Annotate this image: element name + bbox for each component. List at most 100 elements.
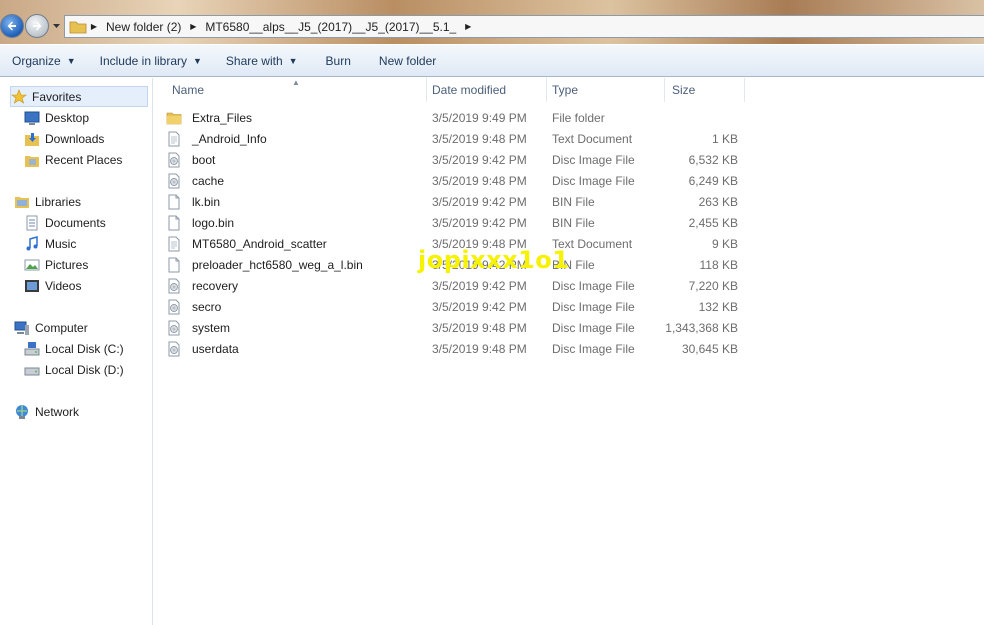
address-breadcrumb[interactable]: ▶ New folder (2) ▶ MT6580__alps__J5_(201… — [64, 15, 984, 38]
file-row[interactable]: _Android_Info 3/5/2019 9:48 PM Text Docume… — [166, 128, 746, 149]
file-name-cell[interactable]: _Android_Info — [166, 128, 267, 149]
burn-button[interactable]: Burn — [320, 49, 357, 73]
share-with-button[interactable]: Share with ▼ — [220, 49, 304, 73]
disc-image-icon — [166, 341, 182, 357]
disc-image-icon — [166, 173, 182, 189]
file-date-modified: 3/5/2019 9:48 PM — [432, 320, 527, 335]
forward-button[interactable] — [25, 14, 49, 38]
file-type: Disc Image File — [552, 341, 635, 356]
nav-documents[interactable]: Documents — [24, 212, 106, 233]
file-row[interactable]: lk.bin 3/5/2019 9:42 PM BIN File 263 KB — [166, 191, 746, 212]
file-name-cell[interactable]: userdata — [166, 338, 239, 359]
videos-icon — [24, 278, 40, 294]
downloads-icon — [24, 131, 40, 147]
nav-local-disk-c[interactable]: Local Disk (C:) — [24, 338, 124, 359]
file-name-cell[interactable]: lk.bin — [166, 191, 220, 212]
nav-music-label: Music — [45, 236, 77, 251]
recent-pages-dropdown-icon[interactable] — [52, 22, 61, 31]
include-in-library-button[interactable]: Include in library ▼ — [94, 49, 208, 73]
network-icon — [14, 404, 30, 420]
file-row[interactable]: secro 3/5/2019 9:42 PM Disc Image File 132 … — [166, 296, 746, 317]
nav-recent-places[interactable]: Recent Places — [24, 149, 122, 170]
nav-desktop[interactable]: Desktop — [24, 107, 89, 128]
file-name: cache — [192, 173, 225, 188]
file-row[interactable]: userdata 3/5/2019 9:48 PM Disc Image File 3… — [166, 338, 746, 359]
file-name: MT6580_Android_scatter — [192, 236, 327, 251]
breadcrumb-separator-icon[interactable]: ▶ — [87, 22, 101, 31]
nav-local-disk-d[interactable]: Local Disk (D:) — [24, 359, 124, 380]
file-type: File folder — [552, 110, 605, 125]
disc-image-icon — [166, 320, 182, 336]
file-type: Text Document — [552, 131, 633, 146]
file-row[interactable]: system 3/5/2019 9:48 PM Disc Image File 1,3… — [166, 317, 746, 338]
file-row[interactable]: boot 3/5/2019 9:42 PM Disc Image File 6,532… — [166, 149, 746, 170]
include-in-library-label: Include in library — [99, 53, 187, 68]
file-date-modified: 3/5/2019 9:42 PM — [432, 215, 527, 230]
file-name-cell[interactable]: system — [166, 317, 230, 338]
file-name: boot — [192, 152, 216, 167]
file-size: 9 KB — [711, 236, 738, 251]
nav-libraries[interactable]: Libraries — [14, 191, 81, 212]
nav-libraries-label: Libraries — [35, 194, 82, 209]
file-date-modified: 3/5/2019 9:42 PM — [432, 299, 527, 314]
file-name: secro — [192, 299, 222, 314]
nav-network[interactable]: Network — [14, 401, 79, 422]
breadcrumb-separator-icon[interactable]: ▶ — [186, 22, 200, 31]
nav-favorites[interactable]: Favorites — [10, 86, 148, 107]
column-header-type-label: Type — [552, 83, 579, 97]
nav-recent-places-label: Recent Places — [45, 152, 123, 167]
file-size: 7,220 KB — [688, 278, 738, 293]
new-folder-button[interactable]: New folder — [373, 49, 442, 73]
column-divider[interactable] — [744, 78, 745, 102]
folder-icon — [166, 110, 182, 126]
breadcrumb-separator-icon[interactable]: ▶ — [461, 22, 475, 31]
nav-favorites-label: Favorites — [32, 89, 82, 104]
file-name: userdata — [192, 341, 239, 356]
breadcrumb-item[interactable]: New folder (2) — [101, 20, 186, 34]
file-name-cell[interactable]: secro — [166, 296, 221, 317]
chevron-down-icon: ▼ — [193, 55, 202, 66]
file-row[interactable]: logo.bin 3/5/2019 9:42 PM BIN File 2,455 KB — [166, 212, 746, 233]
back-button[interactable] — [0, 14, 24, 38]
disc-image-icon — [166, 278, 182, 294]
file-list: ▲ Name Date modified Type Size Extra_Fil… — [154, 78, 984, 625]
column-header-name[interactable]: Name — [166, 78, 426, 102]
file-date-modified: 3/5/2019 9:48 PM — [432, 131, 527, 146]
organize-label: Organize — [12, 53, 61, 68]
nav-videos[interactable]: Videos — [24, 275, 81, 296]
new-folder-label: New folder — [378, 53, 437, 68]
nav-computer-label: Computer — [35, 320, 88, 335]
nav-computer[interactable]: Computer — [14, 317, 88, 338]
file-type: Disc Image File — [552, 173, 635, 188]
watermark-text: jopixxx1o1 — [418, 246, 570, 274]
file-row[interactable]: cache 3/5/2019 9:48 PM Disc Image File 6,24… — [166, 170, 746, 191]
organize-button[interactable]: Organize ▼ — [6, 49, 82, 73]
file-name-cell[interactable]: Extra_Files — [166, 107, 252, 128]
file-name-cell[interactable]: recovery — [166, 275, 238, 296]
file-name-cell[interactable]: logo.bin — [166, 212, 234, 233]
file-name-cell[interactable]: boot — [166, 149, 215, 170]
file-row[interactable]: recovery 3/5/2019 9:42 PM Disc Image File 7… — [166, 275, 746, 296]
documents-icon — [24, 215, 40, 231]
file-size: 1 KB — [711, 131, 738, 146]
column-header-size[interactable]: Size — [666, 78, 744, 102]
file-icon — [166, 215, 182, 231]
column-header-date-modified[interactable]: Date modified — [426, 78, 546, 102]
file-name-cell[interactable]: cache — [166, 170, 224, 191]
file-date-modified: 3/5/2019 9:48 PM — [432, 173, 527, 188]
file-name-cell[interactable]: preloader_hct6580_weg_a_l.bin — [166, 254, 363, 275]
column-header-type[interactable]: Type — [546, 78, 664, 102]
nav-pictures[interactable]: Pictures — [24, 254, 88, 275]
file-name-cell[interactable]: MT6580_Android_scatter — [166, 233, 327, 254]
file-size — [666, 107, 738, 128]
computer-icon — [14, 320, 30, 336]
file-row[interactable]: Extra_Files 3/5/2019 9:49 PM File folder — [166, 107, 746, 128]
column-divider[interactable] — [664, 78, 665, 102]
address-bar: ▶ New folder (2) ▶ MT6580__alps__J5_(201… — [0, 0, 984, 44]
forward-arrow-icon — [33, 21, 42, 31]
nav-downloads[interactable]: Downloads — [24, 128, 104, 149]
breadcrumb-item[interactable]: MT6580__alps__J5_(2017)__J5_(2017)__5.1_ — [200, 20, 461, 34]
column-header-size-label: Size — [672, 83, 696, 97]
pictures-icon — [24, 257, 40, 273]
nav-music[interactable]: Music — [24, 233, 76, 254]
